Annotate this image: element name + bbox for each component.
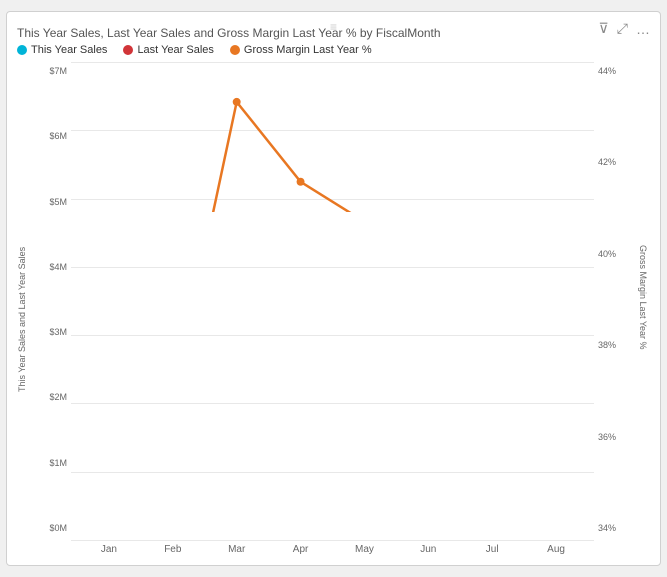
y-left-label: $1M bbox=[49, 458, 67, 468]
chart-wrapper: This Year Sales and Last Year Sales $0M$… bbox=[17, 62, 648, 555]
right-axis-title: Gross Margin Last Year % bbox=[638, 62, 648, 555]
legend-item: Gross Margin Last Year % bbox=[230, 44, 372, 56]
plot-area bbox=[71, 62, 594, 541]
y-axis-right: 34% 36% 38% 40% 42% 44% bbox=[594, 62, 638, 555]
x-label: Aug bbox=[528, 541, 584, 555]
x-label: Jul bbox=[464, 541, 520, 555]
legend-dot bbox=[230, 45, 240, 55]
drag-handle[interactable]: ≡ bbox=[330, 20, 337, 34]
y-right-label: 42% bbox=[598, 157, 616, 167]
bar-group bbox=[273, 62, 329, 541]
legend-label: Last Year Sales bbox=[137, 44, 213, 56]
y-axis-left: $0M $1M $2M $3M $4M $5M $6M $7M bbox=[27, 62, 71, 555]
y-right-label: 40% bbox=[598, 249, 616, 259]
bar-group bbox=[337, 62, 393, 541]
y-left-label: $6M bbox=[49, 131, 67, 141]
legend-dot bbox=[123, 45, 133, 55]
x-label: Mar bbox=[209, 541, 265, 555]
legend-label: This Year Sales bbox=[31, 44, 107, 56]
legend-label: Gross Margin Last Year % bbox=[244, 44, 372, 56]
y-left-label: $3M bbox=[49, 327, 67, 337]
x-label: Jun bbox=[400, 541, 456, 555]
bar-group bbox=[81, 62, 137, 541]
y-left-label: $2M bbox=[49, 392, 67, 402]
y-left-label: $4M bbox=[49, 262, 67, 272]
x-label: Feb bbox=[145, 541, 201, 555]
y-left-label: $5M bbox=[49, 197, 67, 207]
more-icon[interactable]: … bbox=[636, 21, 650, 37]
y-right-label: 38% bbox=[598, 340, 616, 350]
y-left-label: $0M bbox=[49, 523, 67, 533]
bar-group bbox=[209, 62, 265, 541]
legend-item: Last Year Sales bbox=[123, 44, 213, 56]
bars-container bbox=[71, 62, 594, 541]
bar-group bbox=[145, 62, 201, 541]
bar-group bbox=[400, 62, 456, 541]
x-label: Jan bbox=[81, 541, 137, 555]
left-axis-title: This Year Sales and Last Year Sales bbox=[17, 62, 27, 555]
chart-card: ≡ ⊽ ⤢ … This Year Sales, Last Year Sales… bbox=[6, 11, 661, 566]
y-right-label: 44% bbox=[598, 66, 616, 76]
filter-icon[interactable]: ⊽ bbox=[599, 20, 609, 37]
y-left-label: $7M bbox=[49, 66, 67, 76]
expand-icon[interactable]: ⤢ bbox=[617, 20, 628, 37]
legend: This Year Sales Last Year Sales Gross Marg… bbox=[17, 44, 648, 56]
x-axis: Jan Feb Mar Apr May Jun Jul Aug bbox=[71, 541, 594, 555]
bar-group bbox=[528, 62, 584, 541]
legend-dot bbox=[17, 45, 27, 55]
x-label: Apr bbox=[273, 541, 329, 555]
toolbar: ⊽ ⤢ … bbox=[599, 20, 650, 37]
chart-main: Jan Feb Mar Apr May Jun Jul Aug bbox=[71, 62, 594, 555]
x-label: May bbox=[337, 541, 393, 555]
legend-item: This Year Sales bbox=[17, 44, 107, 56]
y-right-label: 34% bbox=[598, 523, 616, 533]
bar-group bbox=[464, 62, 520, 541]
y-right-label: 36% bbox=[598, 432, 616, 442]
